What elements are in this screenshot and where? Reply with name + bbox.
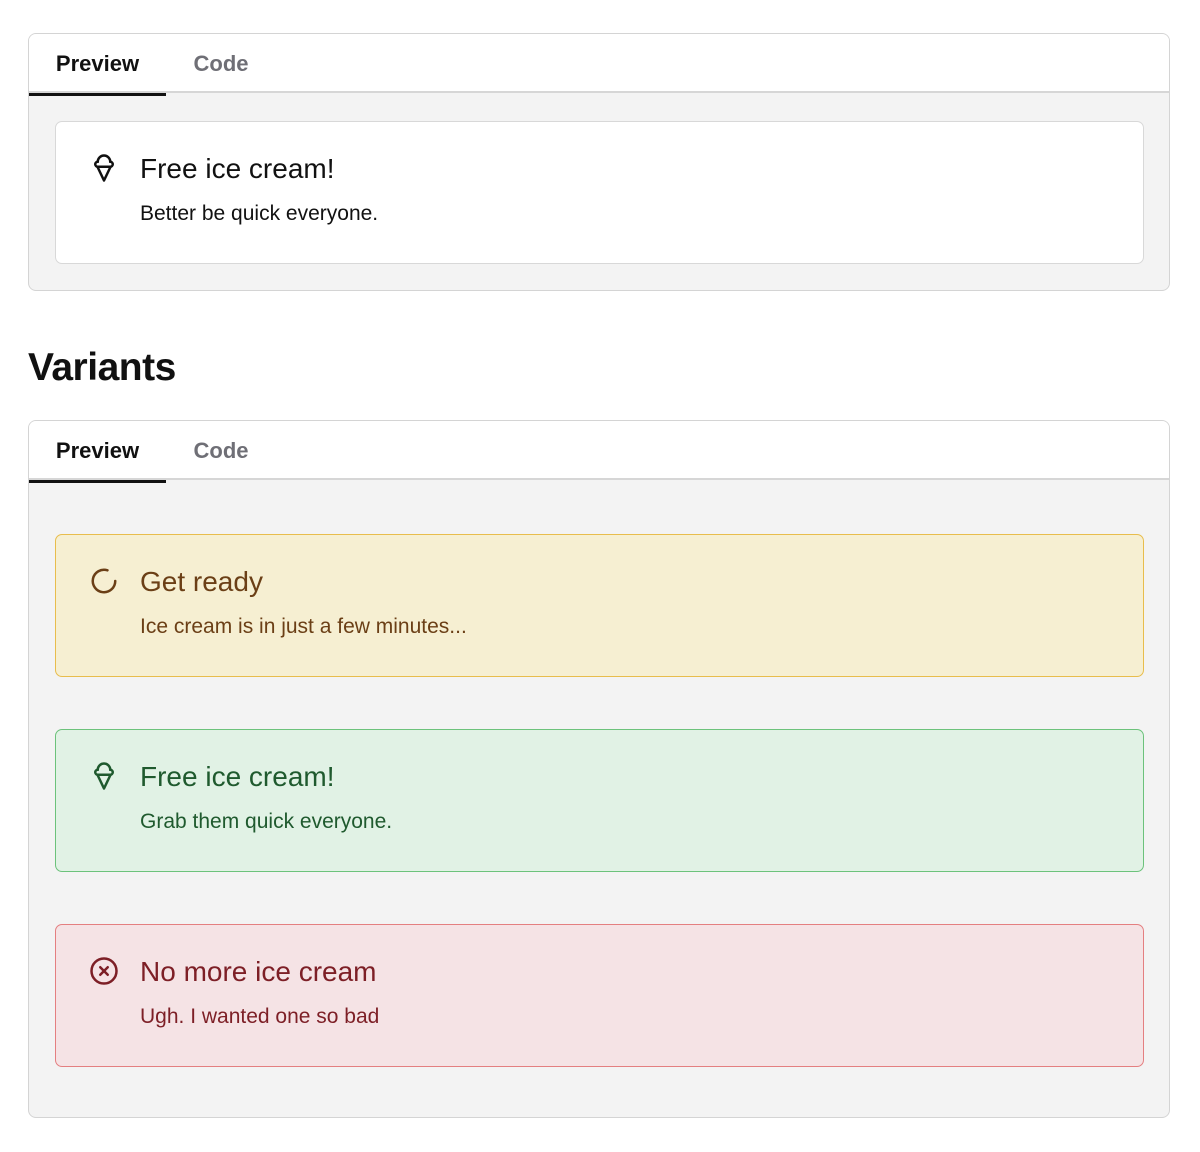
demo-tab-bar: Preview Code xyxy=(29,34,1169,96)
alert-default: Free ice cream! Better be quick everyone… xyxy=(55,121,1144,264)
tab-code[interactable]: Code xyxy=(166,34,276,93)
alert-success: Free ice cream! Grab them quick everyone… xyxy=(55,729,1144,872)
variants-preview-panel: Preview Code Get ready Ice cream is in j… xyxy=(28,420,1170,1118)
ice-cream-icon xyxy=(89,761,119,791)
page: Preview Code Free ice cream! Better be q… xyxy=(0,0,1200,1152)
tab-preview[interactable]: Preview xyxy=(29,421,166,483)
alert-description: Grab them quick everyone. xyxy=(140,810,393,833)
tab-code[interactable]: Code xyxy=(166,421,276,480)
demo-preview-panel: Preview Code Free ice cream! Better be q… xyxy=(28,33,1170,291)
alert-description: Ugh. I wanted one so bad xyxy=(140,1005,380,1028)
circle-x-icon xyxy=(89,956,119,986)
alert-title: Free ice cream! xyxy=(140,153,335,184)
alert-description: Better be quick everyone. xyxy=(140,202,379,225)
section-heading-variants: Variants xyxy=(28,346,176,389)
alert-danger: No more ice cream Ugh. I wanted one so b… xyxy=(55,924,1144,1067)
alert-warning: Get ready Ice cream is in just a few min… xyxy=(55,534,1144,677)
loader-circle-icon xyxy=(89,566,119,596)
alert-title: Free ice cream! xyxy=(140,761,335,792)
alert-title: Get ready xyxy=(140,566,263,597)
ice-cream-icon xyxy=(89,153,119,183)
variants-tab-bar: Preview Code xyxy=(29,421,1169,483)
tab-preview[interactable]: Preview xyxy=(29,34,166,96)
alert-description: Ice cream is in just a few minutes... xyxy=(140,615,467,638)
alert-title: No more ice cream xyxy=(140,956,377,987)
